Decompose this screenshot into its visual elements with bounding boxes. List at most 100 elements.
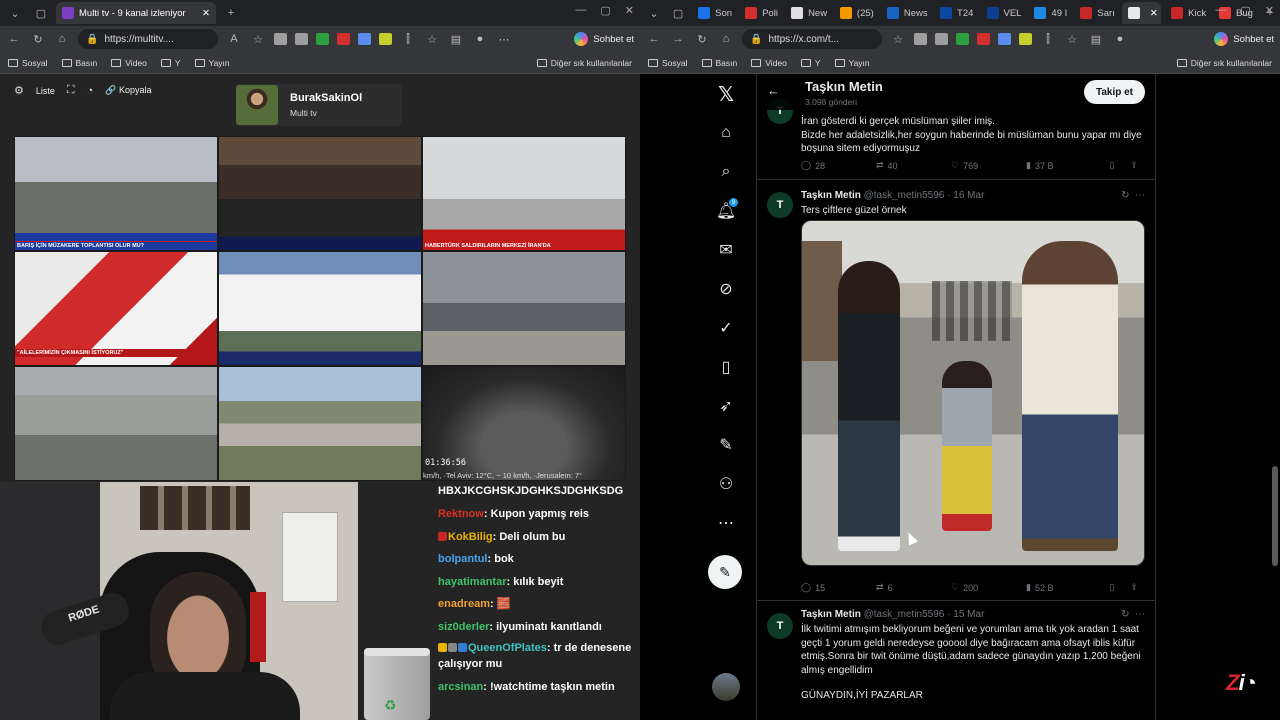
split-screen-icon[interactable]: ⫿ bbox=[400, 32, 416, 46]
extension-3-icon[interactable] bbox=[316, 33, 329, 45]
bookmark-folder[interactable]: Video bbox=[751, 58, 787, 68]
retweet-button[interactable]: ⇄ 40 bbox=[876, 160, 951, 171]
channel-video-5[interactable] bbox=[218, 251, 422, 366]
maximize-icon[interactable]: ▢ bbox=[600, 4, 610, 17]
browser-tab[interactable]: New bbox=[785, 2, 830, 24]
account-avatar[interactable] bbox=[712, 673, 740, 701]
extension-1-icon[interactable] bbox=[914, 33, 927, 45]
new-tab-plus-icon[interactable]: + bbox=[220, 3, 242, 23]
compose-post-button[interactable]: ✎ bbox=[708, 555, 742, 589]
minimize-icon[interactable]: — bbox=[1215, 4, 1226, 17]
other-favorites-folder[interactable]: Diğer sık kullanılanlar bbox=[536, 58, 632, 68]
chat-username[interactable]: QueenOfPlates bbox=[468, 642, 547, 654]
favorites-icon[interactable]: ☆ bbox=[424, 32, 440, 46]
bookmark-folder[interactable]: Y bbox=[800, 58, 821, 68]
copy-button[interactable]: 🔗 Kopyala bbox=[105, 85, 151, 96]
views-button[interactable]: ▮ 37 B bbox=[1026, 160, 1101, 171]
channel-video-1[interactable]: BARIŞ İÇİN MÜZAKERE TOPLANTISI OLUR MU? bbox=[14, 136, 218, 251]
extension-6-icon[interactable] bbox=[379, 33, 392, 45]
fullscreen-icon[interactable]: ⛶ bbox=[67, 84, 75, 97]
read-aloud-icon[interactable]: A bbox=[226, 32, 242, 46]
browser-tab[interactable]: News bbox=[881, 2, 930, 24]
minimize-icon[interactable]: — bbox=[575, 4, 586, 17]
back-arrow-icon[interactable]: ← bbox=[6, 32, 22, 46]
like-button[interactable]: ♡ 200 bbox=[951, 582, 1026, 593]
menu-dots-icon[interactable]: ⋯ bbox=[496, 32, 512, 46]
bookmark-folder[interactable]: Video bbox=[111, 58, 147, 68]
other-favorites-folder[interactable]: Diğer sık kullanılanlar bbox=[1176, 58, 1272, 68]
forward-arrow-icon[interactable]: → bbox=[670, 32, 686, 46]
like-button[interactable]: ♡ 769 bbox=[951, 160, 1026, 171]
share-button[interactable]: ⇪ bbox=[1123, 160, 1145, 171]
extension-6-icon[interactable] bbox=[1019, 33, 1032, 45]
workspaces-icon[interactable]: ▢ bbox=[30, 3, 52, 23]
extension-3-icon[interactable] bbox=[956, 33, 969, 45]
home-icon[interactable]: ⌂ bbox=[718, 32, 734, 46]
split-screen-icon[interactable]: ⫿ bbox=[1040, 32, 1056, 46]
page-scrollbar[interactable] bbox=[1272, 466, 1278, 566]
browser-tab[interactable]: 49 I bbox=[1028, 2, 1070, 24]
tweet[interactable]: T Taşkın Metin @task_metin5596 · 16 Mar … bbox=[757, 180, 1155, 601]
channel-video-3[interactable]: HABERTÜRK SALDIRILARIN MERKEZİ İRAN'DA bbox=[422, 136, 626, 251]
reply-button[interactable]: ◯ 28 bbox=[801, 160, 876, 171]
tab-list-chevron-icon[interactable]: ⌄ bbox=[4, 3, 26, 23]
rocket-icon[interactable]: ➶ bbox=[712, 392, 740, 420]
tweet[interactable]: T İran gösterdi ki gerçek müslüman şiile… bbox=[757, 98, 1155, 180]
extension-5-icon[interactable] bbox=[998, 33, 1011, 45]
chat-username[interactable]: hayatimantar bbox=[438, 576, 506, 588]
tweet-handle[interactable]: @task_metin5596 bbox=[864, 609, 945, 620]
more-circle-icon[interactable]: ⋯ bbox=[712, 509, 740, 537]
timer-icon[interactable]: ◔ bbox=[87, 85, 94, 97]
x-logo-icon[interactable]: 𝕏 bbox=[712, 80, 740, 108]
follow-button[interactable]: Takip et bbox=[1083, 80, 1145, 104]
favorite-star-icon[interactable]: ☆ bbox=[890, 32, 906, 46]
favorite-star-icon[interactable]: ☆ bbox=[250, 32, 266, 46]
workspaces-icon[interactable]: ▢ bbox=[668, 3, 688, 23]
tab-list-chevron-icon[interactable]: ⌄ bbox=[644, 3, 664, 23]
bookmark-folder[interactable]: Basın bbox=[61, 58, 97, 68]
back-arrow-icon[interactable]: ← bbox=[646, 32, 662, 46]
chat-username[interactable]: enadream bbox=[438, 598, 490, 610]
chat-username[interactable]: arcsinan bbox=[438, 681, 483, 693]
verified-icon[interactable]: ✓ bbox=[712, 314, 740, 342]
browser-tab[interactable]: Son bbox=[692, 2, 735, 24]
extension-2-icon[interactable] bbox=[295, 33, 308, 45]
bookmark-button[interactable]: ▯ bbox=[1101, 160, 1123, 171]
reload-icon[interactable]: ↻ bbox=[694, 32, 710, 46]
browser-tab[interactable]: Sarı bbox=[1074, 2, 1117, 24]
home-icon[interactable]: ⌂ bbox=[54, 32, 70, 46]
list-button[interactable]: Liste bbox=[36, 86, 55, 96]
extension-2-icon[interactable] bbox=[935, 33, 948, 45]
collections-icon[interactable]: ▤ bbox=[1088, 32, 1104, 46]
url-input[interactable]: 🔒 https://x.com/t... bbox=[742, 29, 882, 49]
copilot-chat-button[interactable]: Sohbet et bbox=[1214, 32, 1274, 46]
tweet-more-icon[interactable]: ↻ ⋯ bbox=[1121, 609, 1145, 620]
reply-button[interactable]: ◯ 15 bbox=[801, 582, 876, 593]
tweet-author[interactable]: Taşkın Metin bbox=[801, 609, 861, 620]
tweet[interactable]: T Taşkın Metin @task_metin5596 · 15 Mar … bbox=[757, 601, 1155, 720]
browser-tab[interactable]: ✕ bbox=[1121, 2, 1162, 24]
tweet-photo[interactable] bbox=[801, 220, 1145, 566]
tweet-date[interactable]: 16 Mar bbox=[953, 190, 984, 201]
channel-video-2[interactable] bbox=[218, 136, 422, 251]
reload-icon[interactable]: ↻ bbox=[30, 32, 46, 46]
close-window-icon[interactable]: ✕ bbox=[625, 4, 634, 17]
multitv-user-card[interactable]: BurakSakinOl Multi tv bbox=[236, 84, 402, 126]
tab-multitv[interactable]: Multi tv - 9 kanal izleniyor ✕ bbox=[56, 2, 216, 24]
bookmark-folder[interactable]: Sosyal bbox=[8, 58, 48, 68]
edit-list-icon[interactable]: ✎ bbox=[712, 431, 740, 459]
chat-username[interactable]: KokBilig bbox=[448, 531, 493, 543]
chat-username[interactable]: bolpantul bbox=[438, 553, 488, 565]
extension-1-icon[interactable] bbox=[274, 33, 287, 45]
bookmark-folder[interactable]: Basın bbox=[701, 58, 737, 68]
search-icon[interactable]: ⌕ bbox=[712, 158, 740, 186]
profile-icon[interactable]: ⚇ bbox=[712, 470, 740, 498]
channel-video-8[interactable] bbox=[218, 366, 422, 481]
browser-tab[interactable]: T24 bbox=[934, 2, 976, 24]
notifications-bell-icon[interactable]: 🔔︎ 9 bbox=[712, 197, 740, 225]
profile-avatar-icon[interactable]: ● bbox=[472, 32, 488, 46]
channel-video-6[interactable] bbox=[422, 251, 626, 366]
close-window-icon[interactable]: ✕ bbox=[1265, 4, 1274, 17]
close-tab-icon[interactable]: ✕ bbox=[1150, 8, 1158, 19]
bookmark-folder[interactable]: Y bbox=[160, 58, 181, 68]
